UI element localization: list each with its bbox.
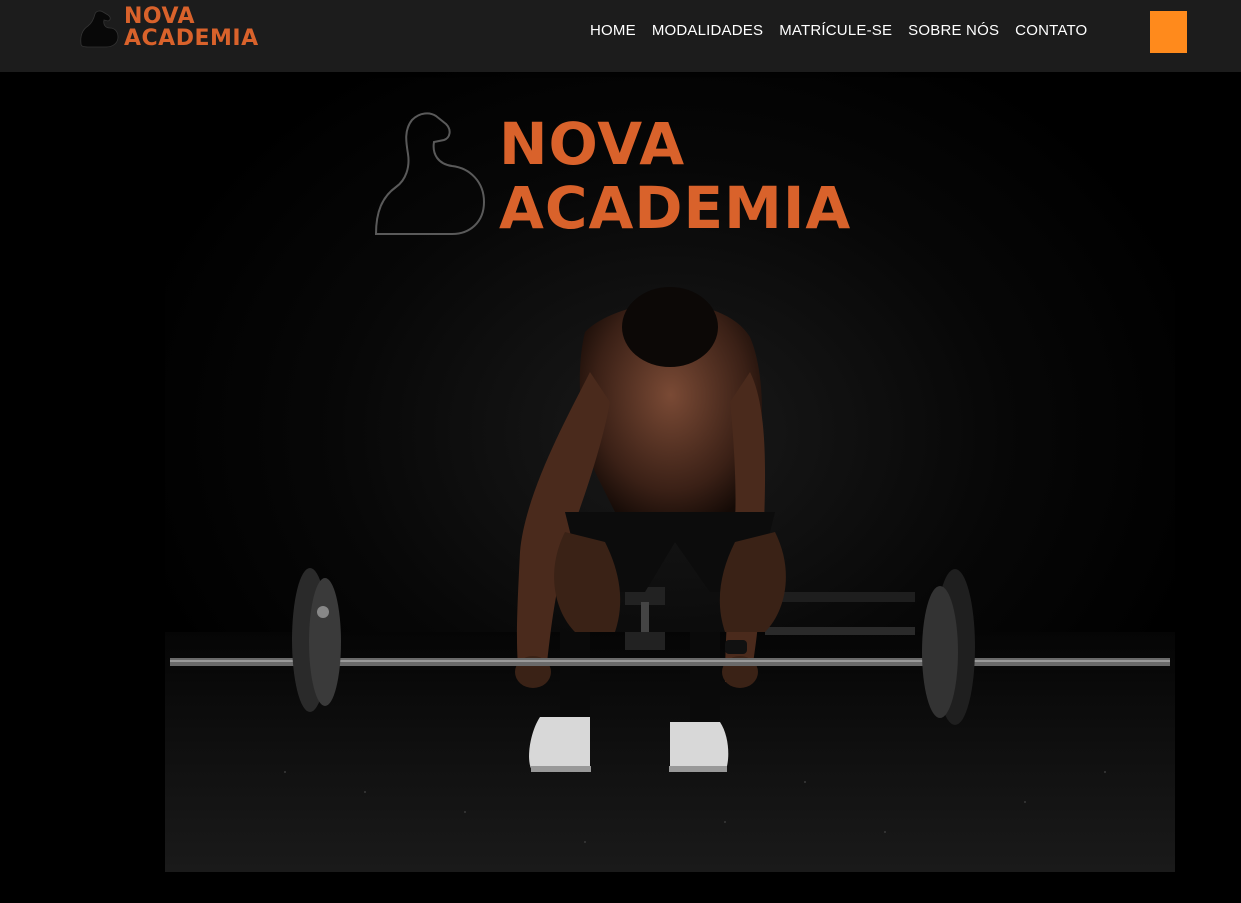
nav-sobre-nos[interactable]: SOBRE NÓS [908, 22, 999, 39]
top-navbar: NOVA ACADEMIA HOME MODALIDADES MATRÍCULE… [0, 0, 1241, 72]
nav-contato[interactable]: CONTATO [1015, 22, 1087, 39]
menu-toggle-button[interactable] [1150, 11, 1187, 53]
brand-name-line2: ACADEMIA [124, 26, 259, 51]
nav-matricule-se[interactable]: MATRÍCULE-SE [779, 22, 892, 39]
main-nav: HOME MODALIDADES MATRÍCULE-SE SOBRE NÓS … [590, 22, 1087, 39]
brand-name-line1: NOVA [124, 4, 196, 29]
hero-brand-name: NOVA ACADEMIA [499, 112, 851, 240]
hero-brand-line1: NOVA [499, 110, 686, 178]
hero-brand-line2: ACADEMIA [499, 174, 852, 242]
nav-home[interactable]: HOME [590, 22, 636, 39]
brand-name: NOVA ACADEMIA [124, 6, 259, 50]
flexed-arm-icon [80, 10, 119, 48]
brand-logo-link[interactable]: NOVA ACADEMIA [78, 5, 259, 51]
hero-logo: NOVA ACADEMIA [374, 112, 851, 240]
flexed-arm-outline-icon [374, 112, 486, 235]
nav-modalidades[interactable]: MODALIDADES [652, 22, 763, 39]
hero-section: NOVA ACADEMIA [0, 72, 1241, 903]
